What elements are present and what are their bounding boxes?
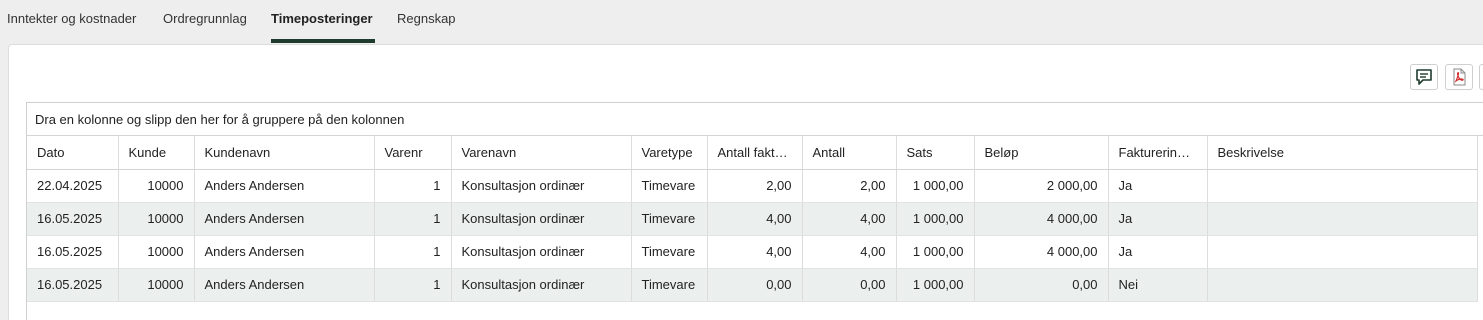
table-row[interactable]: 16.05.2025 10000 Anders Andersen 1 Konsu… bbox=[27, 268, 1478, 302]
cell-antall: 4,00 bbox=[802, 235, 897, 269]
column-header-antall-fakturert[interactable]: Antall faktu… bbox=[707, 136, 803, 170]
cell-kunde: 10000 bbox=[118, 235, 195, 269]
comment-icon bbox=[1416, 69, 1432, 85]
cell-beskrivelse bbox=[1207, 235, 1478, 269]
column-header-sats[interactable]: Sats bbox=[896, 136, 975, 170]
cell-varetype: Timevare bbox=[631, 169, 708, 203]
column-header-varenr[interactable]: Varenr bbox=[374, 136, 452, 170]
cell-antall: 4,00 bbox=[802, 202, 897, 236]
time-entries-table: Dato Kunde Kundenavn Varenr Varenavn Var… bbox=[27, 136, 1478, 302]
table-row[interactable]: 16.05.2025 10000 Anders Andersen 1 Konsu… bbox=[27, 235, 1478, 269]
cell-faktureringsstatus: Ja bbox=[1108, 169, 1208, 203]
tab-inntekter-og-kostnader[interactable]: Inntekter og kostnader bbox=[7, 11, 136, 26]
cell-antall-fakturert: 2,00 bbox=[707, 169, 803, 203]
cell-varenr: 1 bbox=[374, 169, 452, 203]
column-header-varenavn[interactable]: Varenavn bbox=[451, 136, 632, 170]
cell-kunde: 10000 bbox=[118, 202, 195, 236]
tab-timeposteringer[interactable]: Timeposteringer bbox=[271, 11, 373, 26]
cell-varetype: Timevare bbox=[631, 202, 708, 236]
more-toolbar-button[interactable] bbox=[1479, 64, 1483, 90]
cell-varenr: 1 bbox=[374, 268, 452, 302]
cell-antall-fakturert: 4,00 bbox=[707, 202, 803, 236]
tab-bar: Inntekter og kostnader Ordregrunnlag Tim… bbox=[0, 0, 1483, 44]
cell-belop: 0,00 bbox=[974, 268, 1109, 302]
cell-faktureringsstatus: Ja bbox=[1108, 202, 1208, 236]
cell-kundenavn: Anders Andersen bbox=[194, 202, 375, 236]
cell-varenr: 1 bbox=[374, 235, 452, 269]
cell-varenavn: Konsultasjon ordinær bbox=[451, 169, 632, 203]
cell-belop: 4 000,00 bbox=[974, 202, 1109, 236]
cell-beskrivelse bbox=[1207, 202, 1478, 236]
cell-varenr: 1 bbox=[374, 202, 452, 236]
cell-dato: 16.05.2025 bbox=[27, 235, 119, 269]
cell-beskrivelse bbox=[1207, 169, 1478, 203]
comment-button[interactable] bbox=[1410, 64, 1438, 90]
table-header-row: Dato Kunde Kundenavn Varenr Varenavn Var… bbox=[27, 136, 1478, 170]
cell-kundenavn: Anders Andersen bbox=[194, 268, 375, 302]
cell-beskrivelse bbox=[1207, 268, 1478, 302]
table-row[interactable]: 22.04.2025 10000 Anders Andersen 1 Konsu… bbox=[27, 169, 1478, 203]
cell-dato: 16.05.2025 bbox=[27, 202, 119, 236]
group-drop-zone[interactable]: Dra en kolonne og slipp den her for å gr… bbox=[27, 103, 1483, 136]
cell-kundenavn: Anders Andersen bbox=[194, 169, 375, 203]
cell-varenavn: Konsultasjon ordinær bbox=[451, 202, 632, 236]
cell-varetype: Timevare bbox=[631, 268, 708, 302]
cell-belop: 2 000,00 bbox=[974, 169, 1109, 203]
column-header-faktureringsstatus[interactable]: Fakturerings… bbox=[1108, 136, 1208, 170]
cell-dato: 16.05.2025 bbox=[27, 268, 119, 302]
cell-faktureringsstatus: Ja bbox=[1108, 235, 1208, 269]
cell-belop: 4 000,00 bbox=[974, 235, 1109, 269]
pdf-export-button[interactable] bbox=[1445, 64, 1473, 90]
cell-sats: 1 000,00 bbox=[896, 268, 975, 302]
tab-ordregrunnlag[interactable]: Ordregrunnlag bbox=[163, 11, 247, 26]
pdf-icon bbox=[1453, 68, 1466, 86]
cell-varetype: Timevare bbox=[631, 235, 708, 269]
column-header-kunde[interactable]: Kunde bbox=[118, 136, 195, 170]
cell-kundenavn: Anders Andersen bbox=[194, 235, 375, 269]
cell-varenavn: Konsultasjon ordinær bbox=[451, 235, 632, 269]
column-header-beskrivelse[interactable]: Beskrivelse bbox=[1207, 136, 1478, 170]
tab-regnskap[interactable]: Regnskap bbox=[397, 11, 456, 26]
cell-sats: 1 000,00 bbox=[896, 235, 975, 269]
cell-antall: 0,00 bbox=[802, 268, 897, 302]
active-tab-indicator bbox=[271, 39, 375, 43]
column-header-antall[interactable]: Antall bbox=[802, 136, 897, 170]
column-header-dato[interactable]: Dato bbox=[27, 136, 119, 170]
cell-kunde: 10000 bbox=[118, 268, 195, 302]
column-header-varetype[interactable]: Varetype bbox=[631, 136, 708, 170]
cell-antall: 2,00 bbox=[802, 169, 897, 203]
column-header-kundenavn[interactable]: Kundenavn bbox=[194, 136, 375, 170]
cell-faktureringsstatus: Nei bbox=[1108, 268, 1208, 302]
cell-antall-fakturert: 4,00 bbox=[707, 235, 803, 269]
cell-antall-fakturert: 0,00 bbox=[707, 268, 803, 302]
column-header-belop[interactable]: Beløp bbox=[974, 136, 1109, 170]
cell-dato: 22.04.2025 bbox=[27, 169, 119, 203]
cell-sats: 1 000,00 bbox=[896, 169, 975, 203]
cell-varenavn: Konsultasjon ordinær bbox=[451, 268, 632, 302]
cell-kunde: 10000 bbox=[118, 169, 195, 203]
cell-sats: 1 000,00 bbox=[896, 202, 975, 236]
table-row[interactable]: 16.05.2025 10000 Anders Andersen 1 Konsu… bbox=[27, 202, 1478, 236]
time-entries-grid: Dra en kolonne og slipp den her for å gr… bbox=[26, 102, 1483, 320]
